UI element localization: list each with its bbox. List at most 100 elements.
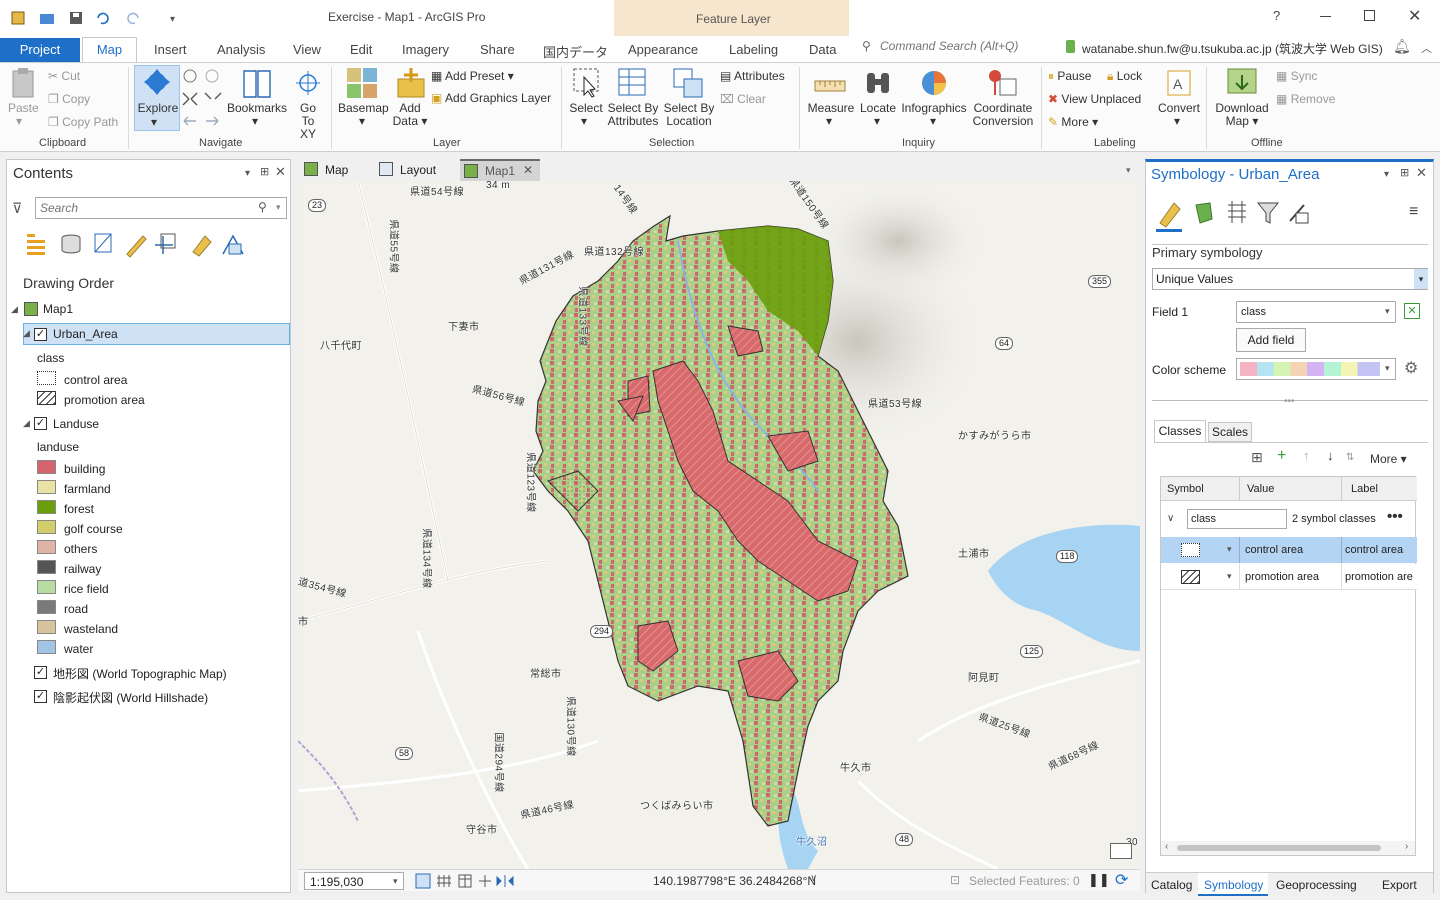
contents-search[interactable]: ⚲ ▾ — [35, 197, 287, 219]
attributes-button[interactable]: ▤ Attributes — [720, 69, 785, 83]
coordinate-conversion-button[interactable]: Coordinate Conversion — [969, 102, 1037, 128]
tab-share[interactable]: Share — [480, 42, 515, 57]
expand-map-icon[interactable]: ◢ — [11, 304, 18, 315]
expand-landuse-icon[interactable]: ◢ — [23, 418, 30, 429]
topo-basemap-checkbox[interactable]: ✓ — [34, 666, 47, 679]
hamburger-menu-icon[interactable]: ≡ — [1409, 204, 1418, 220]
overview-toggle-icon[interactable] — [1110, 843, 1132, 859]
map-canvas[interactable] — [298, 181, 1140, 869]
labeling-more-button[interactable]: ✎ More ▾ — [1048, 115, 1098, 129]
copy-button[interactable]: ❐ Copy — [48, 92, 90, 106]
lock-labels-button[interactable]: 🔒︎ Lock — [1107, 69, 1142, 83]
hillshade-basemap-name[interactable]: 陰影起伏図 (World Hillshade) — [53, 689, 208, 706]
tab-view[interactable]: View — [293, 42, 321, 57]
add-graphics-layer-button[interactable]: ▣ Add Graphics Layer — [431, 91, 551, 105]
col-value[interactable]: Value — [1247, 483, 1274, 495]
move-up-icon[interactable]: ↑ — [1303, 448, 1310, 463]
cut-button[interactable]: ✂ Cut — [48, 69, 80, 83]
close-tab-icon[interactable]: ✕ — [523, 163, 533, 177]
splitter-grip-icon[interactable]: ••• — [1284, 396, 1295, 407]
hillshade-basemap-checkbox[interactable]: ✓ — [34, 690, 47, 703]
paste-button[interactable]: Paste — [8, 102, 39, 115]
landuse-swatch-rice-field[interactable] — [37, 580, 56, 594]
landuse-swatch-road[interactable] — [37, 600, 56, 614]
tab-symbology[interactable]: Symbology — [1204, 878, 1263, 892]
landuse-swatch-forest[interactable] — [37, 500, 56, 514]
refresh-icon[interactable]: ⟳ — [1115, 870, 1128, 890]
expression-icon[interactable]: ✕ — [1404, 303, 1420, 319]
sync-button[interactable]: ▦ Sync — [1276, 69, 1317, 83]
add-class-values-icon[interactable]: ⊞ — [1251, 449, 1263, 466]
select-by-location-button[interactable]: Select By Location — [662, 102, 716, 128]
map-view[interactable]: 県道54号線 34 m 14号線 県道150号線 23 県道131号線 県道13… — [298, 181, 1140, 869]
contents-search-input[interactable] — [40, 201, 250, 215]
zoom-controls-icon[interactable] — [181, 67, 223, 127]
tab-scales[interactable]: Scales — [1208, 422, 1252, 442]
selected-features-count[interactable]: Selected Features: 0 — [969, 874, 1080, 888]
add-data-button[interactable]: Add Data ▾ — [392, 102, 428, 128]
more-options-icon[interactable]: ••• — [1387, 508, 1403, 525]
select-by-attributes-button[interactable]: Select By Attributes — [604, 102, 662, 128]
view-tab-map[interactable]: Map — [304, 161, 376, 179]
map-node[interactable]: Map1 — [43, 302, 73, 316]
group-field-box[interactable]: class — [1187, 509, 1287, 529]
account-name[interactable]: watanabe.shun.fw@u.tsukuba.ac.jp (筑波大学 W… — [1082, 40, 1383, 57]
remove-button[interactable]: ▦ Remove — [1276, 92, 1335, 106]
control-area-symbol[interactable] — [1181, 543, 1200, 557]
search-dropdown-icon[interactable]: ▾ — [276, 202, 281, 213]
landuse-swatch-railway[interactable] — [37, 560, 56, 574]
landuse-swatch-others[interactable] — [37, 540, 56, 554]
filter-icon[interactable]: ⊽ — [12, 200, 22, 217]
collapse-group-icon[interactable]: ∨ — [1167, 513, 1174, 524]
pane-menu-icon[interactable]: ▾ — [245, 168, 250, 179]
pin-icon[interactable]: ⊞ — [260, 165, 269, 178]
view-tab-map1-active[interactable]: Map1 ✕ — [460, 159, 540, 181]
add-field-button[interactable]: Add field — [1236, 328, 1306, 352]
color-scheme-select[interactable]: ▾ — [1236, 358, 1396, 380]
map-nav-tools[interactable] — [415, 873, 519, 889]
copy-path-button[interactable]: ❐ Copy Path — [48, 115, 118, 129]
landuse-swatch-wasteland[interactable] — [37, 620, 56, 634]
minimize-button[interactable] — [1320, 16, 1331, 17]
field-1-select[interactable]: class ▾ — [1236, 301, 1396, 323]
collapse-ribbon-icon[interactable]: ︿ — [1421, 40, 1432, 56]
pause-drawing-icon[interactable]: ❚❚ — [1088, 872, 1110, 888]
landuse-swatch-water[interactable] — [37, 640, 56, 654]
tab-catalog[interactable]: Catalog — [1151, 878, 1192, 892]
tab-export[interactable]: Export — [1382, 878, 1417, 892]
tab-data[interactable]: Data — [809, 42, 836, 57]
close-pane-icon[interactable]: ✕ — [1416, 165, 1427, 181]
promotion-area-symbol[interactable] — [1181, 570, 1200, 584]
command-search-input[interactable] — [880, 39, 1050, 53]
expand-urban-icon[interactable]: ◢ — [23, 328, 30, 339]
go-to-xy-button[interactable]: Go To XY — [293, 102, 323, 141]
topo-basemap-name[interactable]: 地形図 (World Topographic Map) — [53, 665, 227, 682]
symbology-method-select[interactable]: Unique Values ▾ — [1152, 268, 1428, 290]
more-button[interactable]: More ▾ — [1370, 452, 1407, 466]
help-button[interactable]: ? — [1273, 8, 1280, 23]
tab-geoprocessing[interactable]: Geoprocessing — [1276, 878, 1357, 892]
explore-button[interactable]: Explore ▾ — [134, 65, 180, 131]
grid-hscrollbar[interactable]: ‹ › — [1161, 841, 1415, 855]
tab-insert[interactable]: Insert — [154, 42, 187, 57]
tab-analysis[interactable]: Analysis — [217, 42, 265, 57]
tab-imagery[interactable]: Imagery — [402, 42, 449, 57]
move-down-icon[interactable]: ↓ — [1327, 448, 1334, 463]
tab-map[interactable]: Map — [82, 37, 137, 63]
view-unplaced-button[interactable]: ✖ View Unplaced — [1048, 92, 1141, 106]
landuse-swatch-farmland[interactable] — [37, 480, 56, 494]
tab-edit[interactable]: Edit — [350, 42, 372, 57]
project-tab[interactable]: Project — [0, 38, 80, 62]
close-button[interactable]: ✕ — [1408, 6, 1421, 26]
tab-classes[interactable]: Classes — [1154, 420, 1206, 442]
command-search[interactable]: ⚲ — [856, 36, 1056, 58]
pane-menu-icon[interactable]: ▾ — [1384, 169, 1389, 180]
close-pane-icon[interactable]: ✕ — [275, 164, 286, 180]
gear-icon[interactable]: ⚙ — [1404, 358, 1418, 378]
tab-appearance[interactable]: Appearance — [628, 42, 698, 57]
urban-area-checkbox[interactable]: ✓ — [34, 328, 47, 341]
add-icon[interactable]: + — [1277, 447, 1286, 465]
view-tab-layout[interactable]: Layout — [379, 161, 459, 179]
download-map-button[interactable]: Download Map ▾ — [1212, 102, 1272, 128]
col-label[interactable]: Label — [1351, 483, 1378, 495]
